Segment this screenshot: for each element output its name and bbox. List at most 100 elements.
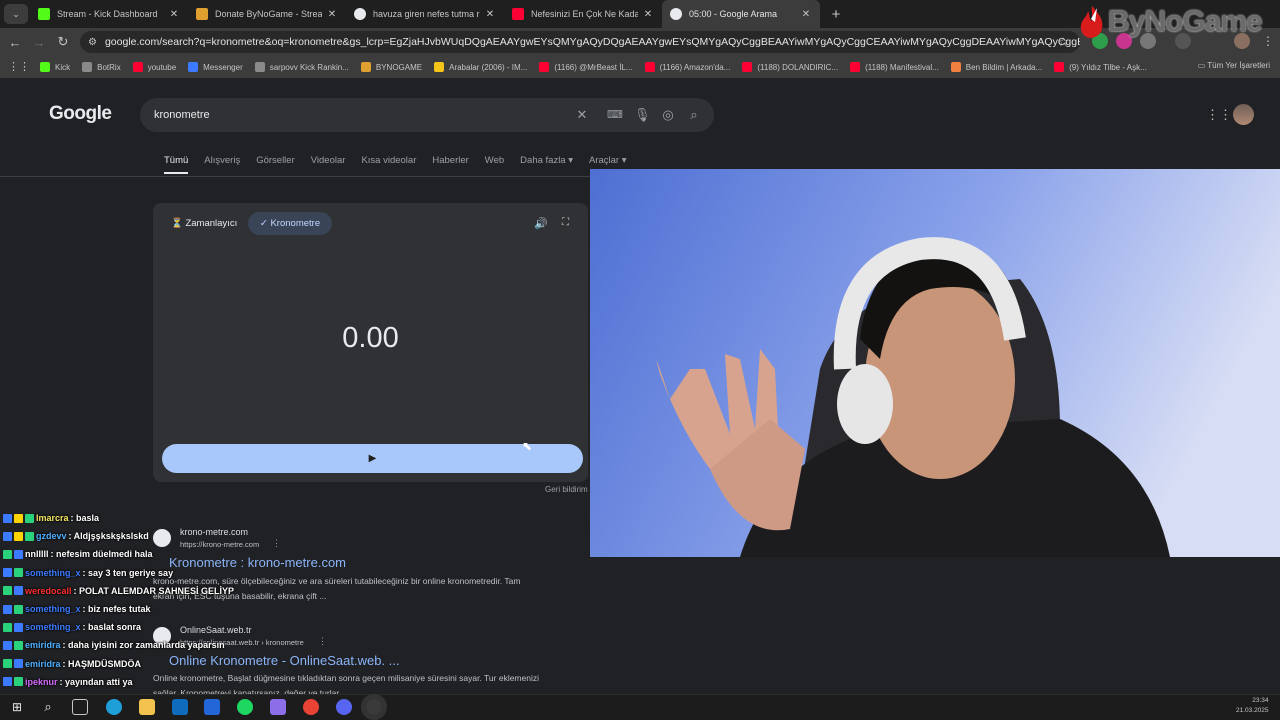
account-avatar[interactable] (1233, 104, 1254, 125)
bookmark-favicon-icon (188, 62, 199, 72)
chat-badge-icon (14, 568, 23, 578)
webcam-feed (590, 169, 1280, 557)
spotify-icon[interactable] (237, 699, 253, 715)
obs-icon[interactable] (361, 694, 387, 720)
search-icon[interactable]: ⌕ (686, 107, 702, 123)
search-tab[interactable]: Daha fazla ▾ (520, 155, 573, 174)
bookmark-item[interactable]: Kick (40, 62, 70, 72)
chat-message: emiridra: daha iyisini zor zamanlarda ya… (3, 640, 225, 650)
discord-icon[interactable] (336, 699, 352, 715)
forward-arrow-icon[interactable]: → (27, 35, 51, 50)
search-tab[interactable]: Haberler (432, 155, 468, 174)
chat-badge-icon (14, 604, 23, 614)
close-tab-icon[interactable]: ✕ (168, 9, 180, 20)
chat-username: weredocall (25, 585, 72, 596)
chat-username: nnlllll (25, 549, 49, 560)
chat-text: : basla (70, 513, 100, 523)
browser-tab[interactable]: Stream - Kick Dashboard ✕ (30, 0, 188, 28)
bookmark-favicon-icon (132, 62, 143, 72)
start-button[interactable]: ▶ (162, 444, 583, 473)
windows-start-icon[interactable]: ⊞ (9, 699, 25, 715)
clear-search-icon[interactable]: ✕ (574, 107, 590, 123)
result-title-link[interactable]: Kronometre : krono-metre.com (169, 555, 346, 570)
timer-tab[interactable]: ⏳ Zamanlayıcı (171, 218, 237, 229)
result-more-icon[interactable]: ⋮ (318, 636, 327, 647)
bookmark-item[interactable]: (1166) Amazon'da... (644, 62, 730, 72)
browser-tab[interactable]: Nefesinizi En Çok Ne Kadar Tut✕ (504, 0, 662, 28)
chat-text: : yayından atti ya (59, 676, 133, 687)
streamer-image (590, 169, 1280, 557)
search-tab[interactable]: Videolar (311, 155, 346, 174)
file-explorer-icon[interactable] (139, 699, 155, 715)
chat-username: lmarcra (36, 513, 69, 523)
result-site-name[interactable]: krono-metre.com (180, 527, 248, 537)
system-clock[interactable]: 23:34 21.03.2025 (1236, 696, 1269, 716)
tab-search-button[interactable]: ⌄ (4, 4, 28, 24)
chat-text: : baslat sonra (82, 622, 142, 633)
result-more-icon[interactable]: ⋮ (272, 538, 281, 549)
chrome-icon[interactable] (303, 699, 319, 715)
chat-badge-icon (3, 677, 12, 687)
result-site-name[interactable]: OnlineSaat.web.tr (180, 625, 252, 635)
play-icon: ▶ (368, 453, 377, 464)
search-tab[interactable]: Kısa videolar (361, 155, 416, 174)
search-input[interactable]: kronometre (140, 98, 714, 132)
bookmark-item[interactable]: (1188) DOLANDIRIC... (742, 62, 838, 72)
reload-icon[interactable]: ↻ (51, 34, 75, 50)
new-tab-button[interactable]: + (826, 6, 846, 23)
close-tab-icon[interactable]: ✕ (484, 9, 496, 20)
search-tabs: Tümü Alışveriş Görseller Videolar Kısa video… (164, 155, 643, 174)
feedback-link[interactable]: Geri bildirim (545, 485, 588, 494)
browser-tab[interactable]: Donate ByNoGame - Streamer✕ (188, 0, 346, 28)
browser-tab-active[interactable]: 05:00 - Google Arama ✕ (662, 0, 820, 28)
result-url[interactable]: https://krono-metre.com (180, 540, 259, 549)
close-tab-icon[interactable]: ✕ (642, 9, 654, 20)
search-tab[interactable]: Alışveriş (204, 155, 240, 174)
app-icon[interactable] (270, 699, 286, 715)
bookmark-item[interactable]: sarpovv Kick Rankin... (254, 62, 349, 72)
task-view-icon[interactable] (72, 699, 88, 715)
result-title-link[interactable]: Online Kronometre - OnlineSaat.web. ... (169, 653, 400, 668)
site-info-icon[interactable]: ⚙ (88, 37, 97, 48)
bookmark-item[interactable]: (9) Yıldız Tilbe - Aşk... (1054, 62, 1147, 72)
chat-username: gzdevv (36, 531, 67, 542)
bookmark-item[interactable]: Ben Bildim | Arkada... (950, 62, 1042, 72)
bookmark-item[interactable]: Messenger (188, 62, 243, 72)
bookmark-item[interactable]: BYNOGAME (360, 62, 422, 72)
bookmark-favicon-icon (539, 62, 550, 72)
bookmark-item[interactable]: Arabalar (2006) - IM... (434, 62, 527, 72)
lens-camera-icon[interactable]: ◎ (660, 107, 676, 123)
bookmark-item[interactable]: (1166) @MrBeast İL... (539, 62, 633, 72)
edge-icon[interactable] (106, 699, 122, 715)
search-tab[interactable]: Görseller (256, 155, 295, 174)
bookmark-item[interactable]: youtube (132, 62, 176, 72)
store-icon[interactable] (204, 699, 220, 715)
back-arrow-icon[interactable]: ← (3, 35, 27, 50)
address-bar[interactable]: ⚙ google.com/search?q=kronometre&oq=kron… (80, 31, 1080, 53)
keyboard-icon[interactable]: ⌨ (607, 107, 623, 123)
browser-tab[interactable]: havuza giren nefes tutma reel ✕ (346, 0, 504, 28)
chat-badge-icon (14, 622, 23, 632)
close-tab-icon[interactable]: ✕ (326, 9, 338, 20)
outlook-icon[interactable] (172, 699, 188, 715)
close-tab-icon[interactable]: ✕ (800, 9, 812, 20)
google-logo[interactable]: Google (49, 103, 112, 125)
apps-grid-icon[interactable]: ⋮⋮ (8, 60, 30, 73)
all-bookmarks-folder[interactable]: ▭ Tüm Yer İşaretleri (1198, 61, 1270, 70)
bookmark-star-icon[interactable]: ☆ (1058, 35, 1069, 49)
search-tab[interactable]: Web (485, 155, 504, 174)
taskbar-search-icon[interactable]: ⌕ (40, 699, 56, 715)
chat-badge-icon (14, 677, 23, 687)
sound-icon[interactable]: 🔊 (534, 217, 548, 230)
stopwatch-tab[interactable]: ✓ Kronometre (248, 212, 332, 235)
stopwatch-display: 0.00 (342, 322, 399, 354)
search-tab[interactable]: Tümü (164, 155, 189, 174)
chat-message: something_x: biz nefes tutak (3, 604, 151, 614)
bookmark-item[interactable]: (1188) Manifestival... (850, 62, 939, 72)
menu-dots-icon[interactable]: ⋮ (1262, 34, 1274, 48)
fullscreen-icon[interactable]: ⛶ (562, 217, 569, 228)
microphone-icon[interactable]: 🎙 (634, 107, 651, 123)
bookmark-item[interactable]: BotRix (82, 62, 121, 72)
flame-logo-icon (1080, 6, 1103, 38)
chat-badge-icon (3, 659, 12, 669)
